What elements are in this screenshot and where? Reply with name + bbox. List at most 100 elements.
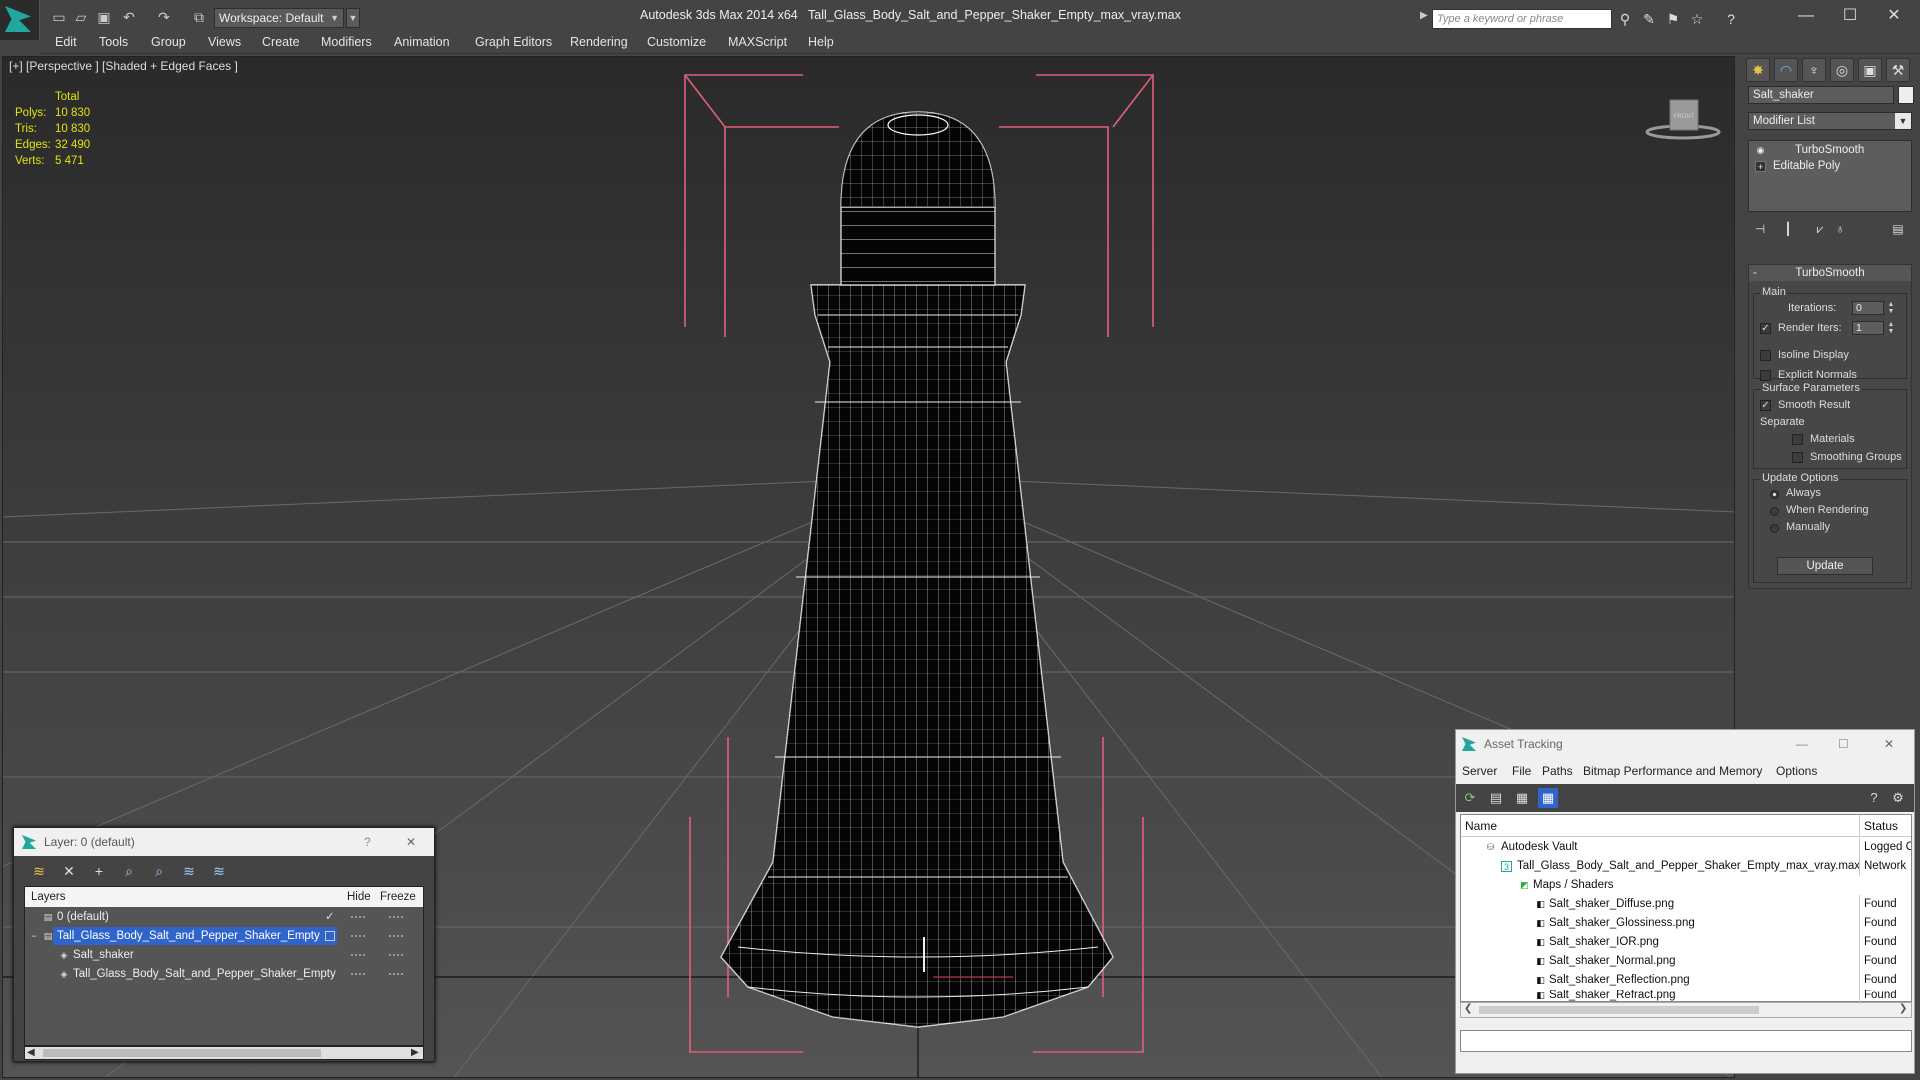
menu-animation[interactable]: Animation (394, 35, 450, 49)
project-folder-icon[interactable]: ⧉ (190, 8, 208, 26)
menu-rendering[interactable]: Rendering (570, 35, 628, 49)
isoline-display-checkbox[interactable] (1760, 350, 1771, 361)
display-tab-icon[interactable]: ▣ (1858, 58, 1882, 82)
scroll-right-icon[interactable]: ❯ (1899, 1003, 1907, 1014)
motion-tab-icon[interactable]: ◎ (1830, 58, 1854, 82)
asset-row[interactable]: ◧ Salt_shaker_Refract.png Found (1461, 990, 1911, 1002)
asset-row[interactable]: ◧ Salt_shaker_Normal.png Found (1461, 952, 1911, 971)
menu-views[interactable]: Views (208, 35, 241, 49)
configure-sets-icon[interactable]: ▤ (1888, 220, 1908, 238)
render-iters-spinner[interactable]: 1 (1852, 321, 1884, 335)
modifier-list-dropdown[interactable]: Modifier List ▼ (1748, 112, 1912, 130)
set-current-box[interactable] (325, 931, 335, 941)
freeze-toggle[interactable] (389, 973, 403, 975)
layer-row[interactable]: ◈ Salt_shaker (25, 946, 423, 964)
help-icon[interactable]: ? (1722, 10, 1740, 28)
undo-icon[interactable]: ↶ (120, 8, 138, 26)
layer-row[interactable]: ▤ 0 (default) ✓ (25, 908, 423, 926)
always-radio[interactable] (1770, 490, 1779, 499)
scroll-right-icon[interactable]: ▶ (411, 1047, 419, 1058)
freeze-toggle[interactable] (389, 916, 403, 918)
horizontal-scrollbar[interactable]: ◀ ▶ (24, 1046, 424, 1060)
favorites-star-icon[interactable]: ☆ (1688, 10, 1706, 28)
scroll-left-icon[interactable]: ◀ (27, 1047, 35, 1058)
update-button[interactable]: Update (1777, 557, 1873, 575)
menu-server[interactable]: Server (1462, 764, 1497, 778)
asset-row[interactable]: ◧ Salt_shaker_Glossiness.png Found (1461, 914, 1911, 933)
refresh-icon[interactable]: ⟳ (1460, 788, 1480, 808)
scroll-thumb[interactable] (1479, 1006, 1759, 1014)
layer-row[interactable]: − ▤ Tall_Glass_Body_Salt_and_Pepper_Shak… (25, 927, 423, 945)
smoothing-groups-checkbox[interactable] (1792, 452, 1803, 463)
hierarchy-tab-icon[interactable]: ♆ (1802, 58, 1826, 82)
hide-toggle[interactable] (351, 916, 365, 918)
menu-graph-editors[interactable]: Graph Editors (475, 35, 552, 49)
menu-customize[interactable]: Customize (647, 35, 706, 49)
hide-toggle[interactable] (351, 973, 365, 975)
asset-row[interactable]: 3 Tall_Glass_Body_Salt_and_Pepper_Shaker… (1461, 857, 1911, 876)
freeze-all-icon[interactable]: ≋ (208, 860, 230, 882)
asset-row[interactable]: ◧ Salt_shaker_Reflection.png Found (1461, 971, 1911, 990)
explicit-normals-checkbox[interactable] (1760, 370, 1771, 381)
viewcube-icon[interactable]: FRONT (1643, 92, 1723, 142)
asset-row[interactable]: ⛁ Autodesk Vault Logged C (1461, 838, 1911, 857)
modify-tab-icon[interactable]: ◠ (1774, 58, 1798, 82)
menu-bitmap-performance[interactable]: Bitmap Performance and Memory (1583, 764, 1762, 778)
scroll-left-icon[interactable]: ❮ (1464, 1003, 1472, 1014)
manually-radio[interactable] (1770, 524, 1779, 533)
menu-create[interactable]: Create (262, 35, 300, 49)
collapse-minus-icon[interactable]: − (29, 931, 39, 941)
thumbnail-view-icon[interactable]: ▦ (1512, 788, 1532, 808)
help-icon[interactable]: ? (1864, 788, 1884, 808)
subscription-icon[interactable]: ✎ (1640, 10, 1658, 28)
save-icon[interactable]: ▣ (95, 8, 113, 26)
menu-help[interactable]: Help (808, 35, 834, 49)
rollout-header[interactable]: - TurboSmooth (1749, 265, 1911, 281)
horizontal-scrollbar[interactable]: ❮ ❯ (1460, 1002, 1912, 1018)
asset-row[interactable]: ◧ Salt_shaker_Diffuse.png Found (1461, 895, 1911, 914)
smooth-result-checkbox[interactable]: ✓ (1760, 400, 1771, 411)
lightbulb-icon[interactable]: ◉ (1755, 145, 1766, 156)
search-input[interactable]: Type a keyword or phrase (1432, 9, 1612, 29)
make-unique-icon[interactable]: ⩗ (1810, 220, 1830, 238)
highlight-selected-icon[interactable]: ⌕ (148, 860, 170, 882)
object-name-field[interactable]: Salt_shaker (1748, 86, 1894, 104)
close-icon[interactable]: ✕ (406, 828, 416, 856)
menu-maxscript[interactable]: MAXScript (728, 35, 787, 49)
create-layer-icon[interactable]: ≋ (28, 860, 50, 882)
minimize-icon[interactable]: — (1796, 730, 1808, 758)
viewport-label[interactable]: [+] [Perspective ] [Shaded + Edged Faces… (9, 59, 238, 73)
workspace-dropdown[interactable]: Workspace: Default ▼ (214, 8, 344, 28)
col-hide[interactable]: Hide (347, 887, 371, 907)
delete-layer-icon[interactable]: ✕ (58, 860, 80, 882)
spinner-arrows-icon[interactable]: ▲ ▼ (1886, 301, 1896, 315)
menu-edit[interactable]: Edit (55, 35, 77, 49)
binoculars-icon[interactable]: ⚲ (1616, 10, 1634, 28)
stack-item-editable-poly[interactable]: + Editable Poly (1751, 159, 1909, 174)
scroll-thumb[interactable] (43, 1049, 321, 1057)
customize-toolbar-icon[interactable]: ▼ (346, 8, 360, 28)
iterations-spinner[interactable]: 0 (1852, 301, 1884, 315)
asset-row[interactable]: ◩ Maps / Shaders (1461, 876, 1911, 895)
close-icon[interactable]: ✕ (1884, 730, 1894, 758)
create-tab-icon[interactable]: ✸ (1746, 58, 1770, 82)
spinner-arrows-icon[interactable]: ▲ ▼ (1886, 321, 1896, 335)
col-status[interactable]: Status (1859, 815, 1911, 837)
col-layers[interactable]: Layers (31, 887, 66, 907)
materials-checkbox[interactable] (1792, 434, 1803, 445)
redo-icon[interactable]: ↷ (155, 8, 173, 26)
layer-dialog-titlebar[interactable]: Layer: 0 (default) ? ✕ (14, 828, 434, 856)
open-file-icon[interactable]: ▱ (72, 8, 90, 26)
freeze-toggle[interactable] (389, 954, 403, 956)
maximize-icon[interactable]: ☐ (1838, 730, 1849, 758)
menu-file[interactable]: File (1512, 764, 1531, 778)
close-icon[interactable]: ✕ (1874, 4, 1914, 28)
table-view-icon[interactable]: ▦ (1538, 788, 1558, 808)
pin-stack-icon[interactable]: ⊣ (1750, 220, 1770, 238)
freeze-toggle[interactable] (389, 935, 403, 937)
menu-paths[interactable]: Paths (1542, 764, 1573, 778)
remove-modifier-icon[interactable]: ♁ (1830, 220, 1850, 238)
col-freeze[interactable]: Freeze (380, 887, 416, 907)
minimize-icon[interactable]: — (1786, 4, 1826, 28)
app-logo-icon[interactable] (0, 0, 40, 40)
